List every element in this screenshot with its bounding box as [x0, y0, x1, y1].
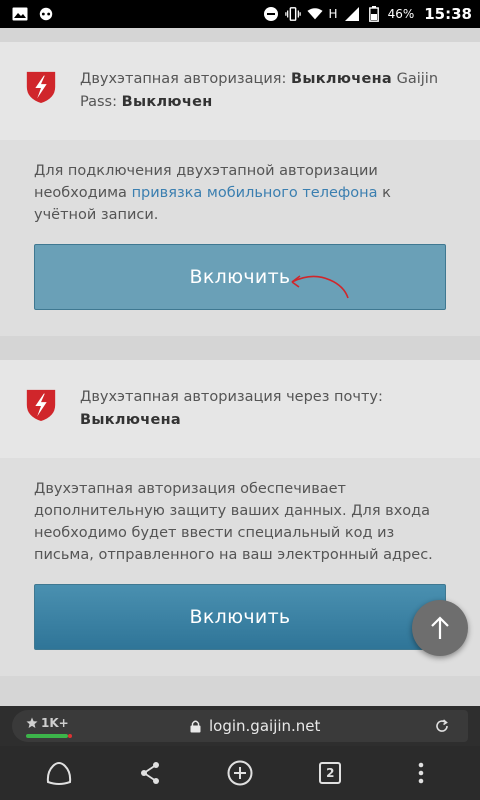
status-value: Выключена — [80, 412, 182, 428]
divider — [0, 336, 480, 360]
reload-button[interactable] — [434, 718, 450, 738]
status-value: Выключена — [291, 71, 393, 87]
rating-bar-negative — [68, 734, 72, 738]
menu-icon — [418, 762, 424, 784]
tabs-button[interactable]: 2 — [310, 753, 350, 793]
shield-icon — [26, 71, 56, 104]
plus-icon — [227, 760, 253, 786]
enable-two-factor-button[interactable]: Включить — [34, 244, 446, 310]
two-factor-status-header: Двухэтапная авторизация: Выключена Gaiji… — [0, 42, 480, 140]
email-two-factor-status-text: Двухэтапная авторизация через почту: Вык… — [80, 389, 383, 428]
image-icon — [12, 6, 28, 22]
wifi-icon — [306, 6, 323, 22]
alice-icon — [47, 762, 72, 785]
two-factor-status-text: Двухэтапная авторизация: Выключена Gaiji… — [80, 71, 439, 110]
link-phone-binding[interactable]: привязка мобильного телефона — [132, 185, 378, 201]
site-rating[interactable]: 1K+ — [26, 716, 69, 730]
rating-bar — [26, 734, 68, 738]
clock: 15:38 — [424, 5, 472, 23]
dnd-icon — [263, 6, 279, 22]
new-tab-button[interactable] — [220, 753, 260, 793]
enable-email-two-factor-button[interactable]: Включить — [34, 584, 446, 650]
share-button[interactable] — [130, 753, 170, 793]
network-type: H — [328, 7, 338, 21]
battery-icon — [366, 6, 382, 22]
star-icon — [26, 717, 38, 728]
email-two-factor-header: Двухэтапная авторизация через почту: Вык… — [0, 360, 480, 458]
shield-icon — [26, 389, 56, 422]
divider — [0, 28, 480, 42]
address-field[interactable]: 1K+ login.gaijin.net — [12, 710, 468, 742]
alice-button[interactable] — [39, 753, 79, 793]
url-display[interactable]: login.gaijin.net — [190, 717, 320, 735]
status-bar: H 46% 15:38 — [0, 0, 480, 28]
assistant-icon — [38, 6, 54, 22]
two-factor-body: Для подключения двухэтапной авторизации … — [0, 140, 480, 336]
reload-icon — [436, 719, 448, 732]
status-value: Выключен — [121, 94, 213, 110]
menu-button[interactable] — [401, 753, 441, 793]
browser-bottom-nav: 2 — [0, 746, 480, 800]
browser-url-bar: 1K+ login.gaijin.net — [0, 706, 480, 746]
email-two-factor-description: Двухэтапная авторизация обеспечивает доп… — [34, 481, 433, 563]
vibrate-icon — [284, 6, 301, 22]
tab-count: 2 — [319, 762, 342, 784]
share-icon — [140, 762, 159, 784]
signal-icon — [344, 6, 360, 22]
two-factor-description: Для подключения двухэтапной авторизации … — [34, 163, 391, 223]
page-content: Двухэтапная авторизация: Выключена Gaiji… — [0, 28, 480, 706]
battery-percent: 46% — [387, 7, 415, 21]
email-two-factor-body: Двухэтапная авторизация обеспечивает доп… — [0, 458, 480, 676]
lock-icon — [190, 720, 201, 732]
red-arrow-annotation — [291, 275, 349, 299]
scroll-to-top-button[interactable] — [412, 600, 468, 656]
arrow-up-icon — [431, 616, 449, 639]
